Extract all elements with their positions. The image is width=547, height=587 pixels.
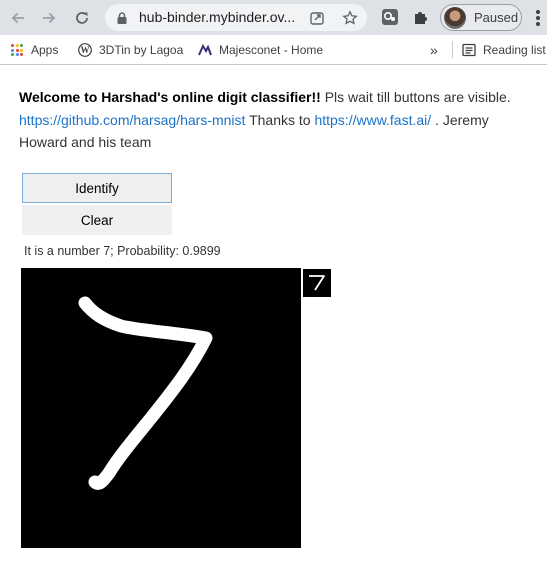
star-icon[interactable] [341,9,359,27]
reading-list[interactable]: Reading list [462,40,546,60]
bookmark-majesconet[interactable]: Majesconet - Home [198,40,323,60]
bookmark-label: 3DTin by Lagoa [99,43,184,57]
address-bar[interactable]: hub-binder.mybinder.ov... [105,4,367,31]
url-text[interactable]: hub-binder.mybinder.ov... [139,9,305,25]
back-arrow-icon[interactable] [6,6,30,30]
extension-app-icon[interactable] [381,8,399,26]
reading-list-label: Reading list [483,43,546,57]
puzzle-extensions-icon[interactable] [412,8,430,26]
wait-note: Pls wait till buttons are visible. [320,89,511,105]
reading-list-icon [462,43,476,57]
fastai-link[interactable]: https://www.fast.ai/ [314,112,431,128]
welcome-heading: Welcome to Harshad's online digit classi… [19,89,321,105]
bookmarks-bar: Apps W 3DTin by Lagoa Majesconet - Home … [0,35,547,65]
bookmarks-divider [452,41,453,58]
profile-status-label: Paused [474,10,519,25]
more-menu-icon[interactable] [530,8,546,28]
preview-digit-stroke [309,275,325,291]
lock-icon[interactable] [113,9,131,27]
identify-button[interactable]: Identify [22,173,172,203]
bookmark-label: Majesconet - Home [219,43,324,57]
reload-icon[interactable] [70,6,94,30]
bookmarks-overflow-chevron[interactable]: » [430,40,438,60]
forward-arrow-icon[interactable] [37,6,61,30]
share-icon[interactable] [308,9,326,27]
bookmark-3dtin[interactable]: W 3DTin by Lagoa [78,40,183,60]
avatar [444,7,466,29]
bookmark-apps[interactable]: Apps [10,40,58,60]
profile-button[interactable]: Paused [440,4,522,31]
prediction-result: It is a number 7; Probability: 0.9899 [24,244,221,258]
wordpress-icon: W [78,43,92,57]
clear-button[interactable]: Clear [22,205,172,235]
thanks-text: Thanks to [245,111,315,128]
drawing-canvas[interactable] [21,268,301,548]
apps-grid-icon [10,43,24,57]
preview-thumbnail [303,269,331,297]
drawn-digit-stroke [78,296,213,490]
majesconet-logo-icon [198,43,212,57]
intro-paragraph: Welcome to Harshad's online digit classi… [19,86,519,154]
browser-toolbar: hub-binder.mybinder.ov... Paused [0,0,547,35]
svg-text:W: W [81,45,90,55]
github-link[interactable]: https://github.com/harsag/hars-mnist [19,112,245,128]
bookmark-label: Apps [31,43,59,57]
